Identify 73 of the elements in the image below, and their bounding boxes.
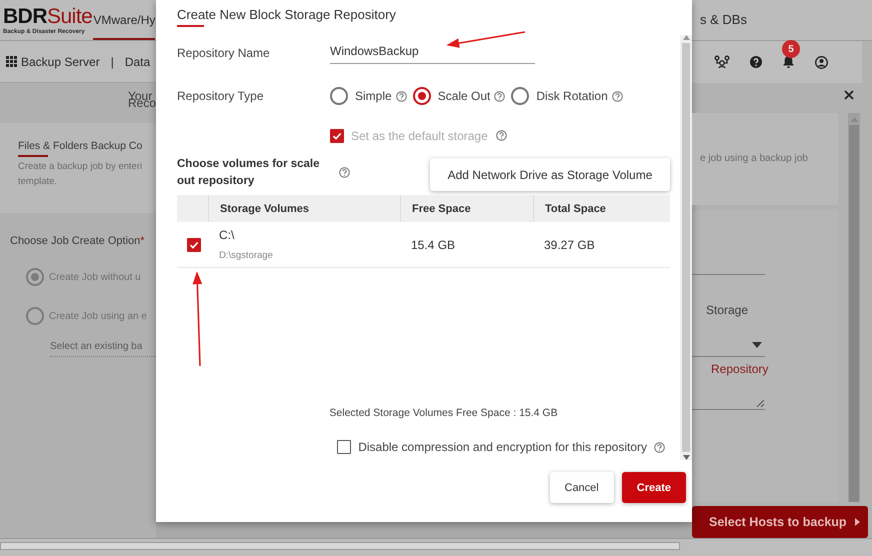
checkbox-label: Disable compression and encryption for this repository	[358, 440, 647, 454]
name-field[interactable]: WindowsBackup	[330, 44, 535, 64]
summary-text: Selected Storage Volumes Free Space : 15.4 GB	[328, 407, 559, 419]
banner-text: Your	[128, 92, 152, 100]
grid-menu-icon[interactable]	[6, 56, 17, 67]
column-header: Free Space	[400, 195, 533, 222]
radio-label: Scale Out	[438, 89, 490, 103]
title-underline	[18, 155, 48, 157]
scrollbar[interactable]	[680, 35, 692, 460]
help-icon[interactable]	[654, 442, 665, 452]
help-icon[interactable]	[396, 90, 407, 102]
title-underline	[177, 25, 204, 27]
resize-handle-icon	[756, 399, 764, 407]
radio-button[interactable]	[412, 87, 431, 105]
radio-label: Simple	[355, 89, 392, 103]
card-description: Create a backup job by enteri	[18, 160, 144, 174]
column-header: Storage Volumes	[208, 195, 400, 222]
field-label: Storage	[706, 303, 750, 317]
table-cell: C:\	[219, 228, 234, 242]
logo: BDRSuite	[3, 6, 92, 28]
radio-button[interactable]	[511, 87, 530, 105]
checkbox-label: Set as the default storage	[351, 128, 488, 142]
checkbox[interactable]	[187, 238, 201, 252]
cancel-button[interactable]: Cancel	[550, 472, 614, 503]
toolbar-tab[interactable]: Data	[124, 54, 150, 68]
table-cell-text: 39.27 GB	[543, 236, 596, 254]
help-icon[interactable]	[496, 130, 507, 141]
scrollbar-thumb[interactable]	[849, 125, 859, 502]
radio-button[interactable]	[330, 87, 348, 105]
checkmark-icon	[189, 240, 199, 250]
help-icon[interactable]	[750, 56, 762, 68]
toolbar-separator: |	[110, 54, 114, 68]
help-icon[interactable]	[494, 90, 506, 102]
field-label: Choose Job Create Option*	[10, 235, 146, 247]
help-icon[interactable]	[339, 167, 350, 178]
scroll-up-icon	[850, 117, 858, 122]
checkmark-icon	[332, 130, 342, 140]
add-network-drive-button[interactable]: Add Network Drive as Storage Volume	[430, 158, 670, 191]
next-button[interactable]: Select Hosts to backup	[692, 506, 868, 538]
repository-link[interactable]: Repository	[711, 362, 838, 376]
table-cell: D:\sgstorage	[219, 250, 273, 261]
caret-icon	[752, 342, 762, 348]
help-icon[interactable]	[612, 90, 623, 102]
radio-label: Create Job without u	[49, 272, 141, 282]
table-cell-text: 15.4 GB	[410, 236, 456, 254]
dialog-title: Create New Block Storage Repository	[177, 7, 397, 22]
notification-badge: 5	[782, 40, 800, 58]
bell-icon[interactable]	[782, 55, 795, 69]
close-icon[interactable]	[844, 90, 854, 100]
radio-button[interactable]	[26, 307, 44, 325]
scrollbar-thumb[interactable]	[682, 43, 690, 452]
server-menu[interactable]: Backup Server	[21, 54, 100, 68]
radio-button[interactable]	[26, 268, 44, 286]
scrollbar[interactable]	[0, 538, 872, 556]
card-title: Files & Folders Backup Co	[18, 140, 144, 152]
scroll-up-icon	[682, 35, 690, 40]
checkbox[interactable]	[337, 440, 352, 454]
radio-label: Disk Rotation	[536, 89, 608, 103]
create-button[interactable]: Create	[622, 472, 686, 503]
card-description: template.	[18, 175, 58, 189]
banner-text: Reco	[128, 98, 156, 106]
field-label: Repository Name	[177, 46, 271, 60]
scrollbar[interactable]	[848, 113, 860, 502]
scroll-down-icon	[682, 455, 690, 460]
user-icon[interactable]	[815, 56, 828, 68]
column-header: Total Space	[533, 195, 670, 222]
network-icon[interactable]	[714, 55, 730, 69]
field-label: Repository Type	[177, 89, 264, 103]
scrollbar-thumb[interactable]	[0, 542, 680, 550]
section-label: Choose volumes for scale out repository	[177, 156, 321, 188]
chevron-right-icon	[854, 518, 860, 526]
card-description: e job using a backup job	[700, 153, 809, 164]
radio-label: Create Job using an e	[49, 310, 147, 322]
